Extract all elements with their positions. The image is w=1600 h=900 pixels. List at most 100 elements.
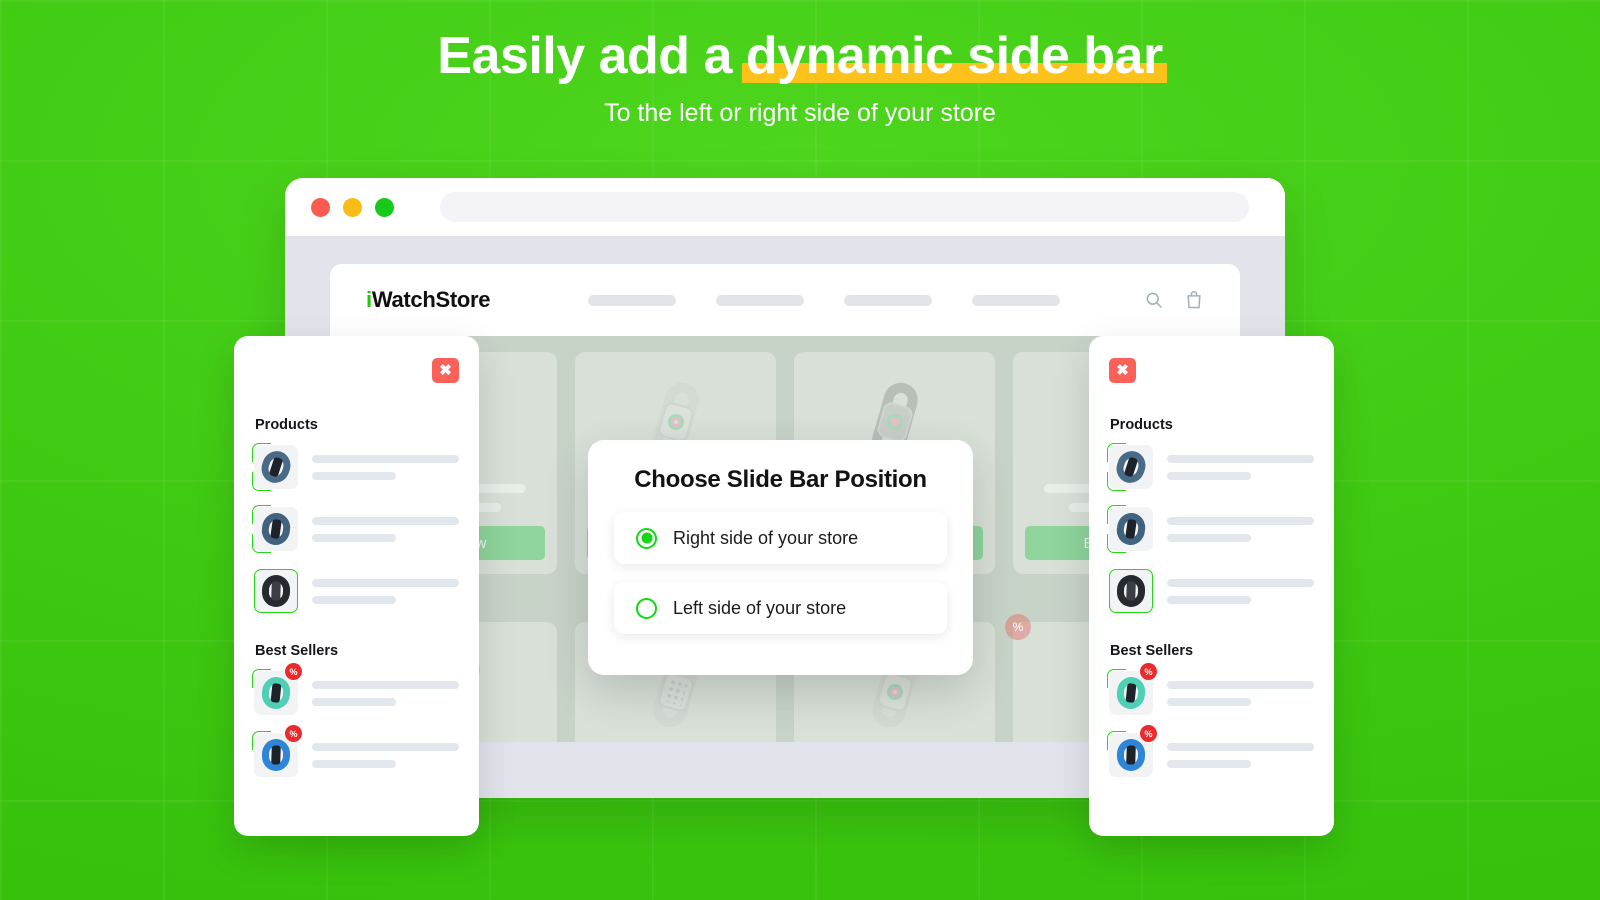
product-thumbnail[interactable]	[1107, 443, 1153, 491]
product-thumbnail[interactable]: %	[1107, 663, 1157, 715]
panel-right-bestsellers-list: % %	[1107, 663, 1314, 777]
list-item-text	[312, 516, 459, 542]
shopping-bag-icon[interactable]	[1184, 290, 1204, 310]
page-title: Easily add a dynamic side bar	[437, 27, 1167, 85]
headline-part-two: dynamic side bar	[745, 27, 1163, 85]
panel-right-products-title: Products	[1110, 417, 1173, 433]
product-thumbnail[interactable]	[1109, 569, 1153, 613]
list-item-text	[1167, 454, 1314, 480]
headline-block: Easily add a dynamic side bar To the lef…	[0, 27, 1600, 128]
list-item[interactable]	[1109, 569, 1314, 613]
text-line	[312, 742, 459, 751]
headline-highlight-wrap: dynamic side bar	[741, 27, 1167, 85]
discount-badge: %	[1005, 614, 1031, 640]
radio-left-side[interactable]	[636, 597, 657, 619]
list-item-text	[312, 680, 459, 706]
text-line	[312, 759, 396, 768]
text-line	[1167, 454, 1314, 463]
text-line	[312, 471, 396, 480]
nav-item-2[interactable]	[716, 294, 805, 306]
search-icon[interactable]	[1144, 290, 1164, 310]
text-line	[1167, 697, 1251, 706]
panel-right-bestsellers-title: Best Sellers	[1110, 643, 1194, 659]
list-item[interactable]	[252, 505, 459, 553]
headline-part-one: Easily add a	[437, 27, 746, 85]
text-line	[1167, 742, 1314, 751]
nav-item-1[interactable]	[588, 294, 677, 306]
list-item[interactable]	[1107, 505, 1314, 553]
text-line	[1167, 471, 1251, 480]
panel-left-products-list	[252, 443, 459, 613]
text-line	[312, 697, 396, 706]
page-subtitle: To the left or right side of your store	[604, 99, 996, 128]
list-item-text	[1167, 578, 1314, 604]
option-left-side[interactable]: Left side of your store	[614, 582, 947, 634]
text-line	[312, 680, 459, 689]
discount-badge: %	[1140, 725, 1157, 742]
dialog-title: Choose Slide Bar Position	[634, 466, 927, 493]
store-header: iWatchStore	[330, 264, 1240, 336]
nav-item-3[interactable]	[844, 294, 933, 306]
close-icon[interactable]: ✖	[432, 358, 459, 383]
discount-badge: %	[1140, 663, 1157, 680]
store-logo-text: WatchStore	[371, 287, 491, 312]
option-right-side-label: Right side of your store	[673, 527, 859, 548]
nav-item-4[interactable]	[972, 294, 1061, 306]
list-item[interactable]	[254, 569, 459, 613]
list-item[interactable]: %	[1107, 663, 1314, 715]
text-line	[1167, 533, 1251, 542]
browser-chrome-bar	[285, 178, 1285, 236]
product-thumbnail[interactable]	[252, 443, 298, 491]
product-thumbnail[interactable]	[254, 569, 298, 613]
text-line	[1167, 680, 1314, 689]
text-line	[312, 578, 459, 587]
panel-right-products-list	[1107, 443, 1314, 613]
close-icon[interactable]: ✖	[1109, 358, 1136, 383]
slide-bar-position-dialog: Choose Slide Bar Position Right side of …	[588, 440, 973, 675]
list-item-text	[1167, 516, 1314, 542]
text-line	[1167, 595, 1251, 604]
discount-badge: %	[285, 663, 302, 680]
product-thumbnail[interactable]: %	[252, 663, 302, 715]
sidebar-panel-right: ✖ Products Best Sellers % %	[1089, 336, 1334, 836]
store-logo[interactable]: iWatchStore	[366, 287, 491, 313]
list-item-text	[312, 742, 459, 768]
list-item[interactable]	[1107, 443, 1314, 491]
option-right-side[interactable]: Right side of your store	[614, 512, 947, 564]
sidebar-panel-left: ✖ Products Best Sellers % %	[234, 336, 479, 836]
text-line	[312, 533, 396, 542]
store-header-icons	[1144, 290, 1204, 310]
text-line	[312, 454, 459, 463]
text-line	[312, 595, 396, 604]
minimize-window-dot[interactable]	[343, 197, 362, 217]
panel-left-products-title: Products	[255, 417, 318, 433]
text-line	[1167, 759, 1251, 768]
option-left-side-label: Left side of your store	[673, 597, 847, 618]
list-item[interactable]: %	[252, 725, 459, 777]
product-thumbnail[interactable]: %	[252, 725, 302, 777]
store-nav	[588, 294, 1061, 306]
list-item-text	[1167, 742, 1314, 768]
maximize-window-dot[interactable]	[375, 197, 394, 217]
text-line	[1167, 578, 1314, 587]
panel-right-close-row: ✖	[1109, 358, 1314, 383]
panel-left-close-row: ✖	[254, 358, 459, 383]
discount-badge: %	[285, 725, 302, 742]
close-window-dot[interactable]	[311, 197, 330, 217]
list-item[interactable]	[252, 443, 459, 491]
radio-right-side[interactable]	[636, 527, 657, 549]
panel-left-bestsellers-list: % %	[252, 663, 459, 777]
panel-left-bestsellers-title: Best Sellers	[255, 643, 339, 659]
list-item-text	[1167, 680, 1314, 706]
product-thumbnail[interactable]	[1107, 505, 1153, 553]
list-item-text	[312, 454, 459, 480]
traffic-light-group	[311, 197, 394, 217]
list-item[interactable]: %	[1107, 725, 1314, 777]
address-bar[interactable]	[440, 192, 1249, 222]
text-line	[312, 516, 459, 525]
product-thumbnail[interactable]	[252, 505, 298, 553]
list-item[interactable]: %	[252, 663, 459, 715]
product-thumbnail[interactable]: %	[1107, 725, 1157, 777]
text-line	[1167, 516, 1314, 525]
list-item-text	[312, 578, 459, 604]
